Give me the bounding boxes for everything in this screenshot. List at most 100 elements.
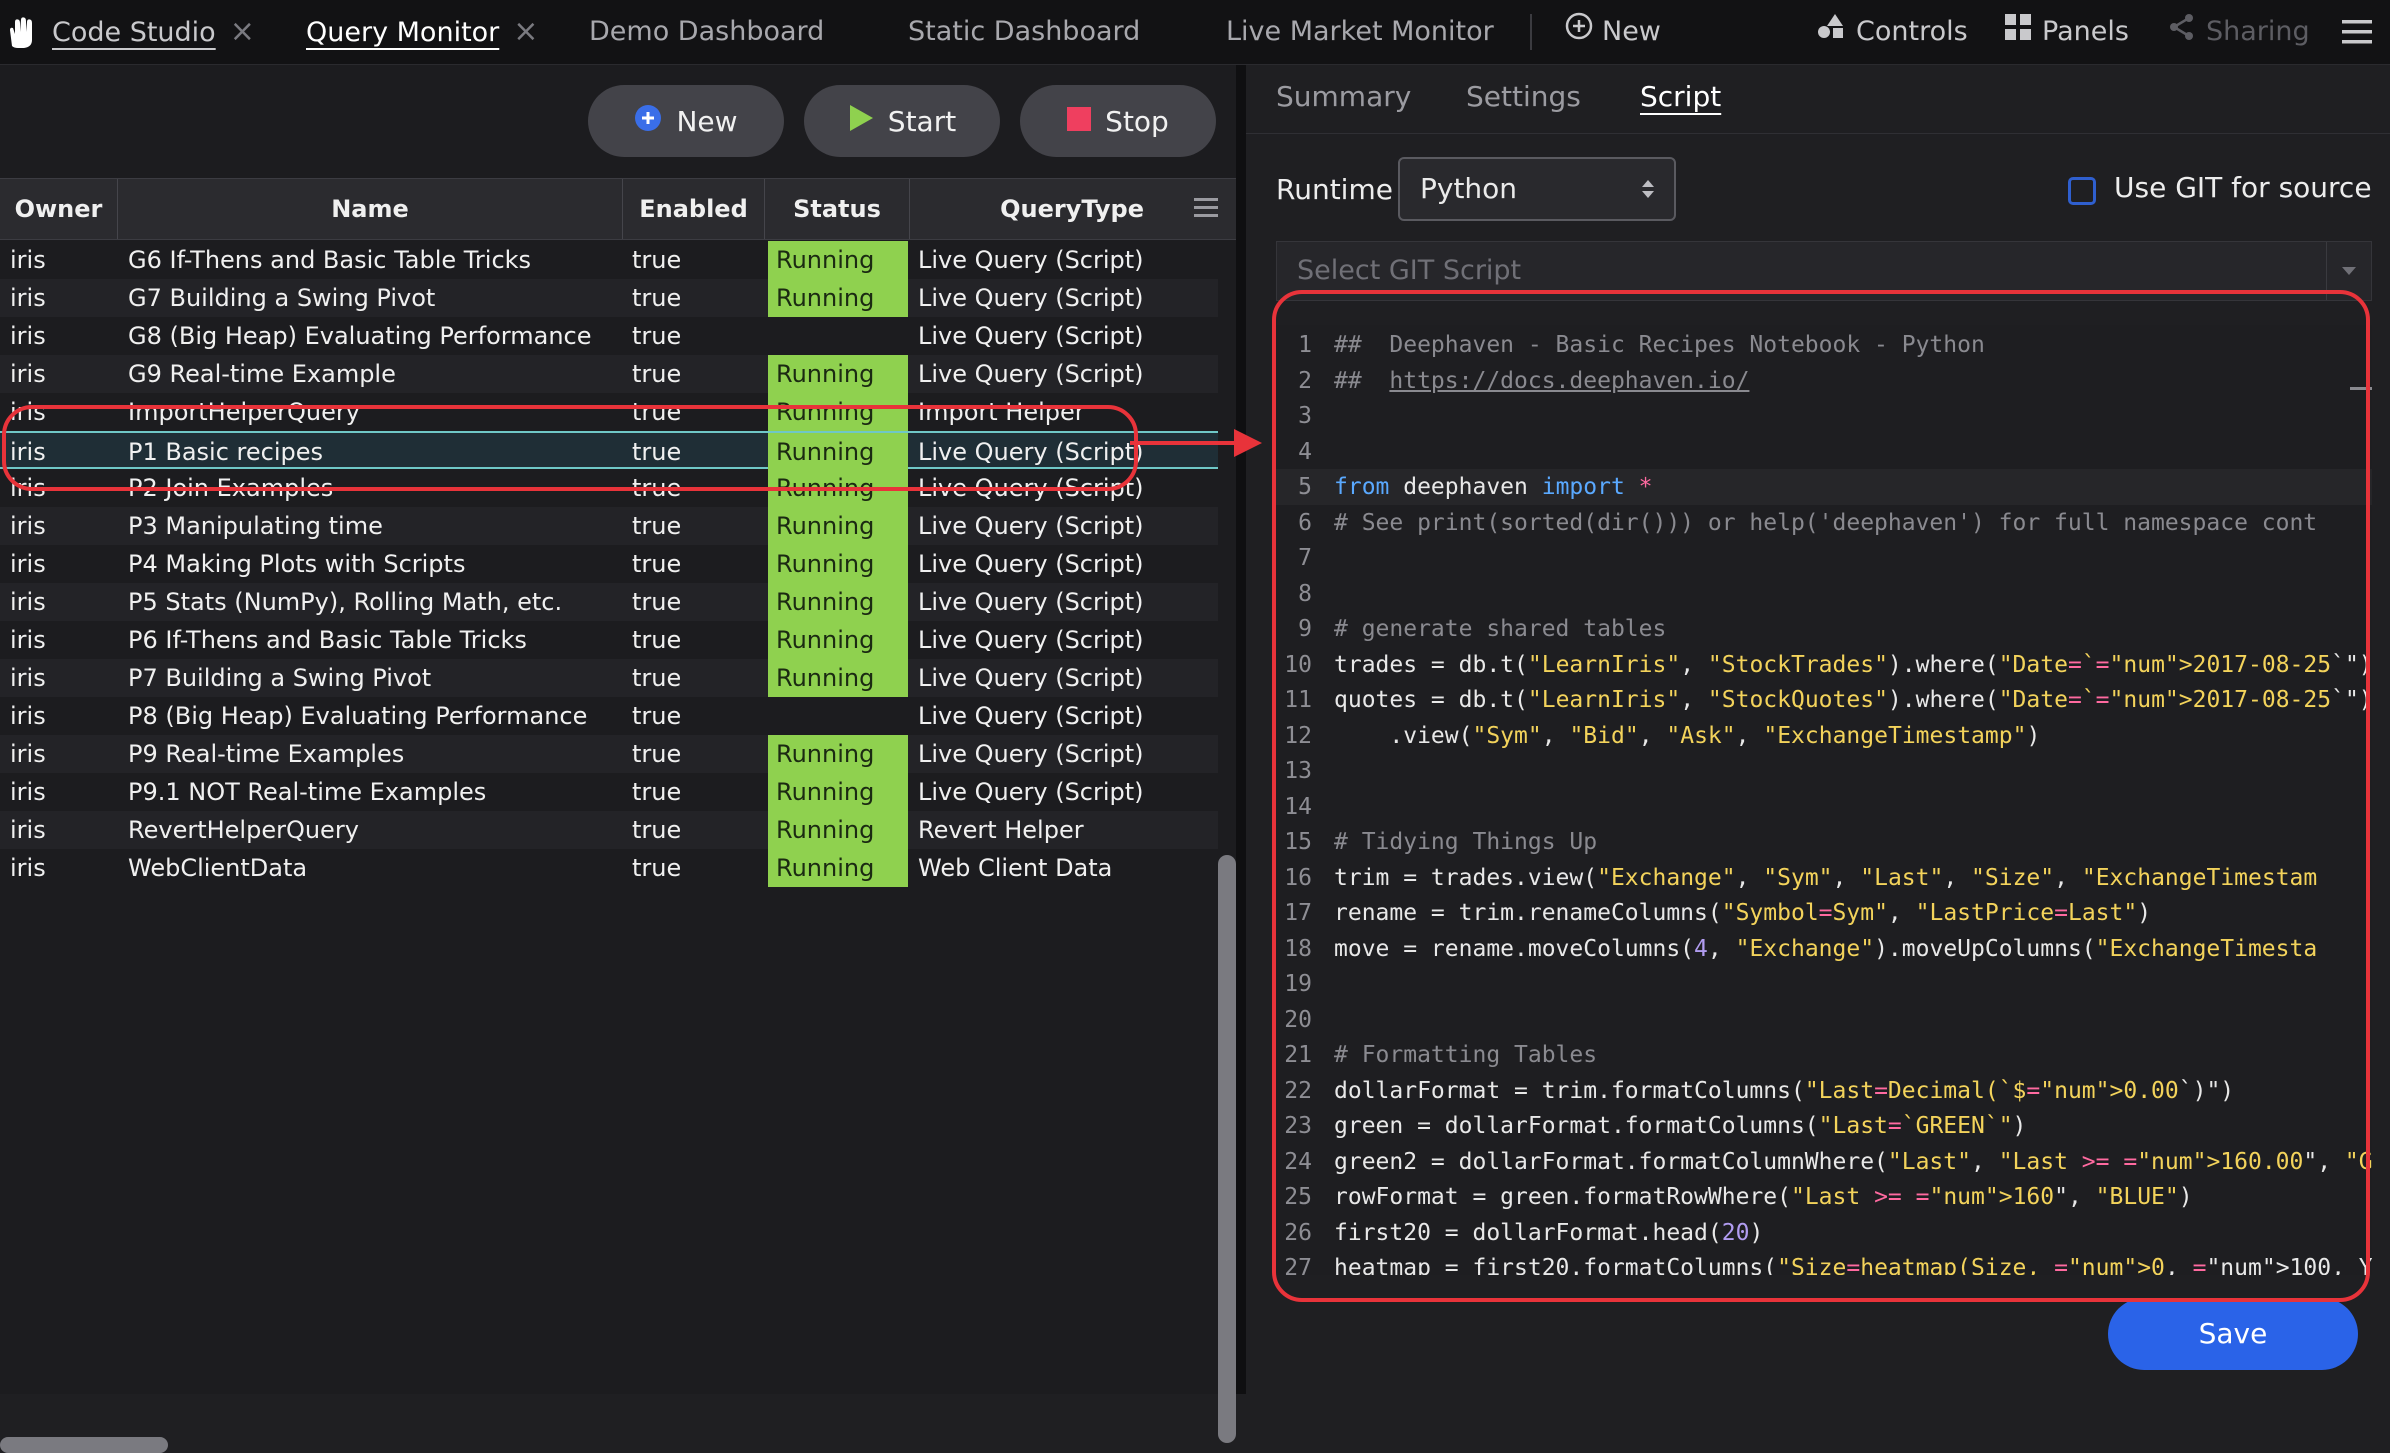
code-text: trim = trades.view("Exchange", "Sym", "L…: [1334, 864, 2318, 891]
tab-settings[interactable]: Settings: [1466, 65, 1581, 129]
tab-label: Static Dashboard: [908, 16, 1141, 47]
code-line[interactable]: 27 heatmap = first20.formatColumns("Size=…: [1276, 1250, 2372, 1275]
cell-enabled: true: [632, 246, 682, 274]
code-line[interactable]: 5 from deephaven import *: [1276, 469, 2372, 505]
cell-status: Running: [768, 811, 908, 849]
table-row[interactable]: iris P9 Real-time Examples true Running Live…: [0, 735, 1218, 773]
stop-query-button[interactable]: Stop: [1020, 85, 1216, 157]
code-line[interactable]: 22 dollarFormat = trim.formatColumns("Las…: [1276, 1073, 2372, 1109]
git-script-placeholder: Select GIT Script: [1297, 255, 1522, 286]
cell-owner: iris: [10, 322, 46, 350]
code-line[interactable]: 3: [1276, 398, 2372, 434]
close-icon[interactable]: ×: [230, 14, 255, 49]
column-header-enabled[interactable]: Enabled: [623, 179, 765, 239]
table-row[interactable]: iris G6 If-Thens and Basic Table Tricks tr…: [0, 241, 1218, 279]
git-script-select[interactable]: Select GIT Script: [1276, 241, 2372, 301]
hamburger-menu-icon[interactable]: [2342, 18, 2372, 50]
share-icon: [2168, 1, 2196, 65]
tab-live-market-monitor[interactable]: Live Market Monitor: [1226, 0, 1494, 64]
vertical-scrollbar[interactable]: [1218, 855, 1236, 1443]
tab-summary[interactable]: Summary: [1276, 65, 1411, 129]
cell-querytype: Import Helper: [918, 398, 1085, 426]
tab-static-dashboard[interactable]: Static Dashboard: [908, 0, 1140, 64]
cell-owner: iris: [10, 550, 46, 578]
table-row[interactable]: iris ImportHelperQuery true Running Import H…: [0, 393, 1218, 431]
code-text: # generate shared tables: [1334, 616, 1667, 642]
column-header-querytype[interactable]: QueryType: [910, 179, 1146, 239]
use-git-label: Use GIT for source: [2114, 171, 2372, 204]
code-line[interactable]: 15 # Tidying Things Up: [1276, 824, 2372, 860]
code-line[interactable]: 21 # Formatting Tables: [1276, 1037, 2372, 1073]
new-query-label: New: [676, 104, 738, 138]
column-header-status[interactable]: Status: [765, 179, 910, 239]
hand-logo-icon[interactable]: [6, 16, 38, 54]
table-row[interactable]: iris P4 Making Plots with Scripts true Runn…: [0, 545, 1218, 583]
save-button[interactable]: Save: [2108, 1298, 2358, 1370]
code-line[interactable]: 24 green2 = dollarFormat.formatColumnWher…: [1276, 1144, 2372, 1180]
code-line[interactable]: 9 # generate shared tables: [1276, 611, 2372, 647]
cell-status: Running: [768, 433, 908, 471]
code-line[interactable]: 12 .view("Sym", "Bid", "Ask", "ExchangeT…: [1276, 718, 2372, 754]
panel-divider[interactable]: [1236, 65, 1246, 1394]
line-number: 15: [1284, 829, 1312, 855]
query-detail-panel: Summary Settings Script Runtime Python U…: [1246, 65, 2390, 1394]
tab-script[interactable]: Script: [1640, 65, 1721, 129]
code-text: # Formatting Tables: [1334, 1042, 1598, 1068]
new-query-button[interactable]: New: [588, 85, 784, 157]
column-header-name[interactable]: Name: [118, 179, 623, 239]
code-line[interactable]: 8: [1276, 576, 2372, 612]
table-row[interactable]: iris WebClientData true Running Web Client D…: [0, 849, 1218, 887]
runtime-select[interactable]: Python: [1398, 157, 1676, 221]
table-row[interactable]: iris G9 Real-time Example true Running Live …: [0, 355, 1218, 393]
sharing-button[interactable]: Sharing: [2168, 0, 2310, 64]
cell-owner: iris: [10, 398, 46, 426]
start-query-button[interactable]: Start: [804, 85, 1000, 157]
script-editor[interactable]: 1 ## Deephaven - Basic Recipes Notebook -…: [1276, 325, 2372, 1275]
table-row[interactable]: iris P5 Stats (NumPy), Rolling Math, etc.…: [0, 583, 1218, 621]
table-row[interactable]: iris P1 Basic recipes true Running Live Quer…: [0, 431, 1218, 471]
code-line[interactable]: 18 move = rename.moveColumns(4, "Exchange…: [1276, 931, 2372, 967]
code-line[interactable]: 25 rowFormat = green.formatRowWhere("Last…: [1276, 1179, 2372, 1215]
cell-enabled: true: [632, 322, 682, 350]
column-header-owner[interactable]: Owner: [0, 179, 118, 239]
table-row[interactable]: iris P6 If-Thens and Basic Table Tricks tr…: [0, 621, 1218, 659]
code-line[interactable]: 20: [1276, 1002, 2372, 1038]
code-line[interactable]: 1 ## Deephaven - Basic Recipes Notebook -…: [1276, 327, 2372, 363]
use-git-checkbox[interactable]: [2068, 177, 2096, 205]
controls-button[interactable]: Controls: [1816, 0, 1968, 64]
code-line[interactable]: 2 ## https://docs.deephaven.io/: [1276, 363, 2372, 399]
tab-query-monitor[interactable]: Query Monitor ×: [306, 0, 538, 64]
code-line[interactable]: 23 green = dollarFormat.formatColumns("La…: [1276, 1108, 2372, 1144]
new-tab-button[interactable]: New: [1564, 0, 1661, 64]
code-line[interactable]: 7: [1276, 540, 2372, 576]
close-icon[interactable]: ×: [513, 14, 538, 49]
cell-owner: iris: [10, 854, 46, 882]
column-menu-icon[interactable]: [1194, 197, 1218, 225]
play-icon: [848, 104, 874, 139]
line-number: 10: [1284, 651, 1312, 678]
code-line[interactable]: 13: [1276, 753, 2372, 789]
tab-demo-dashboard[interactable]: Demo Dashboard: [589, 0, 824, 64]
code-line[interactable]: 17 rename = trim.renameColumns("Symbol=Sy…: [1276, 895, 2372, 931]
cell-name: P3 Manipulating time: [128, 512, 383, 540]
table-row[interactable]: iris RevertHelperQuery true Running Revert H…: [0, 811, 1218, 849]
table-row[interactable]: iris P3 Manipulating time true Running Live …: [0, 507, 1218, 545]
code-line[interactable]: 14: [1276, 789, 2372, 825]
table-row[interactable]: iris P8 (Big Heap) Evaluating Performance…: [0, 697, 1218, 735]
table-row[interactable]: iris P7 Building a Swing Pivot true Running…: [0, 659, 1218, 697]
code-line[interactable]: 4: [1276, 434, 2372, 470]
code-line[interactable]: 16 trim = trades.view("Exchange", "Sym", …: [1276, 860, 2372, 896]
tab-code-studio[interactable]: Code Studio ×: [52, 0, 255, 64]
code-line[interactable]: 26 first20 = dollarFormat.head(20): [1276, 1215, 2372, 1251]
code-line[interactable]: 19: [1276, 966, 2372, 1002]
sharing-label: Sharing: [2206, 16, 2310, 47]
table-row[interactable]: iris P9.1 NOT Real-time Examples true Runni…: [0, 773, 1218, 811]
code-line[interactable]: 10 trades = db.t("LearnIris", "StockTrade…: [1276, 647, 2372, 683]
table-row[interactable]: iris G7 Building a Swing Pivot true Running…: [0, 279, 1218, 317]
code-line[interactable]: 6 # See print(sorted(dir())) or help('dee…: [1276, 505, 2372, 541]
code-line[interactable]: 11 quotes = db.t("LearnIris", "StockQuote…: [1276, 682, 2372, 718]
table-row[interactable]: iris P2 Join Examples true Running Live Quer…: [0, 469, 1218, 507]
table-row[interactable]: iris G8 (Big Heap) Evaluating Performance…: [0, 317, 1218, 355]
panels-button[interactable]: Panels: [2004, 0, 2129, 64]
horizontal-scrollbar[interactable]: [0, 1437, 168, 1453]
